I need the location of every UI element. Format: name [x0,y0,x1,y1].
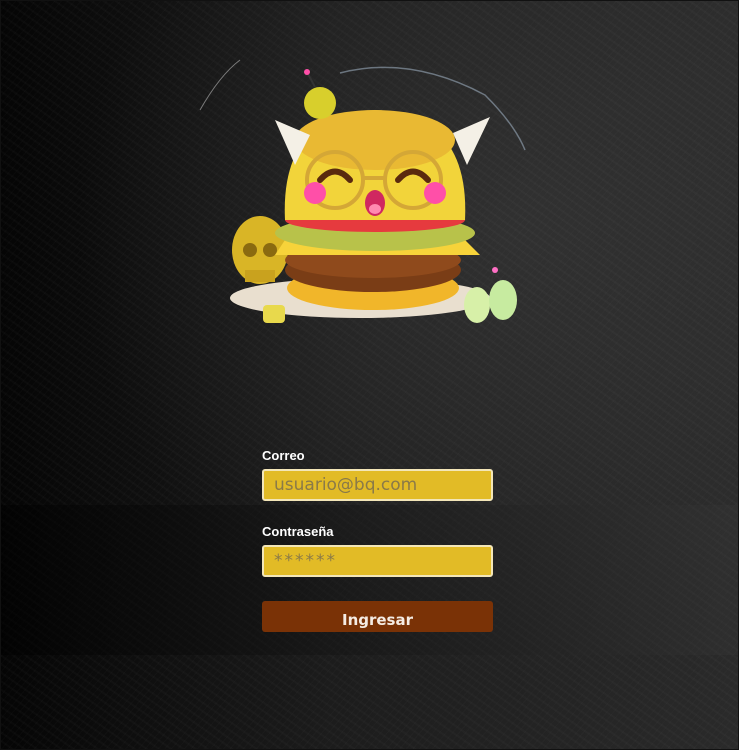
password-label: Contraseña [262,524,334,539]
email-label: Correo [262,448,305,463]
password-input[interactable] [262,545,493,577]
burger-mascot-illustration [199,59,526,323]
password-group: Contraseña [262,524,493,577]
email-input[interactable] [262,469,493,501]
burger-mascot-logo [195,55,535,350]
login-form: Correo Contraseña Ingresar [262,448,493,632]
login-button[interactable]: Ingresar [262,601,493,632]
email-group: Correo [262,448,493,501]
